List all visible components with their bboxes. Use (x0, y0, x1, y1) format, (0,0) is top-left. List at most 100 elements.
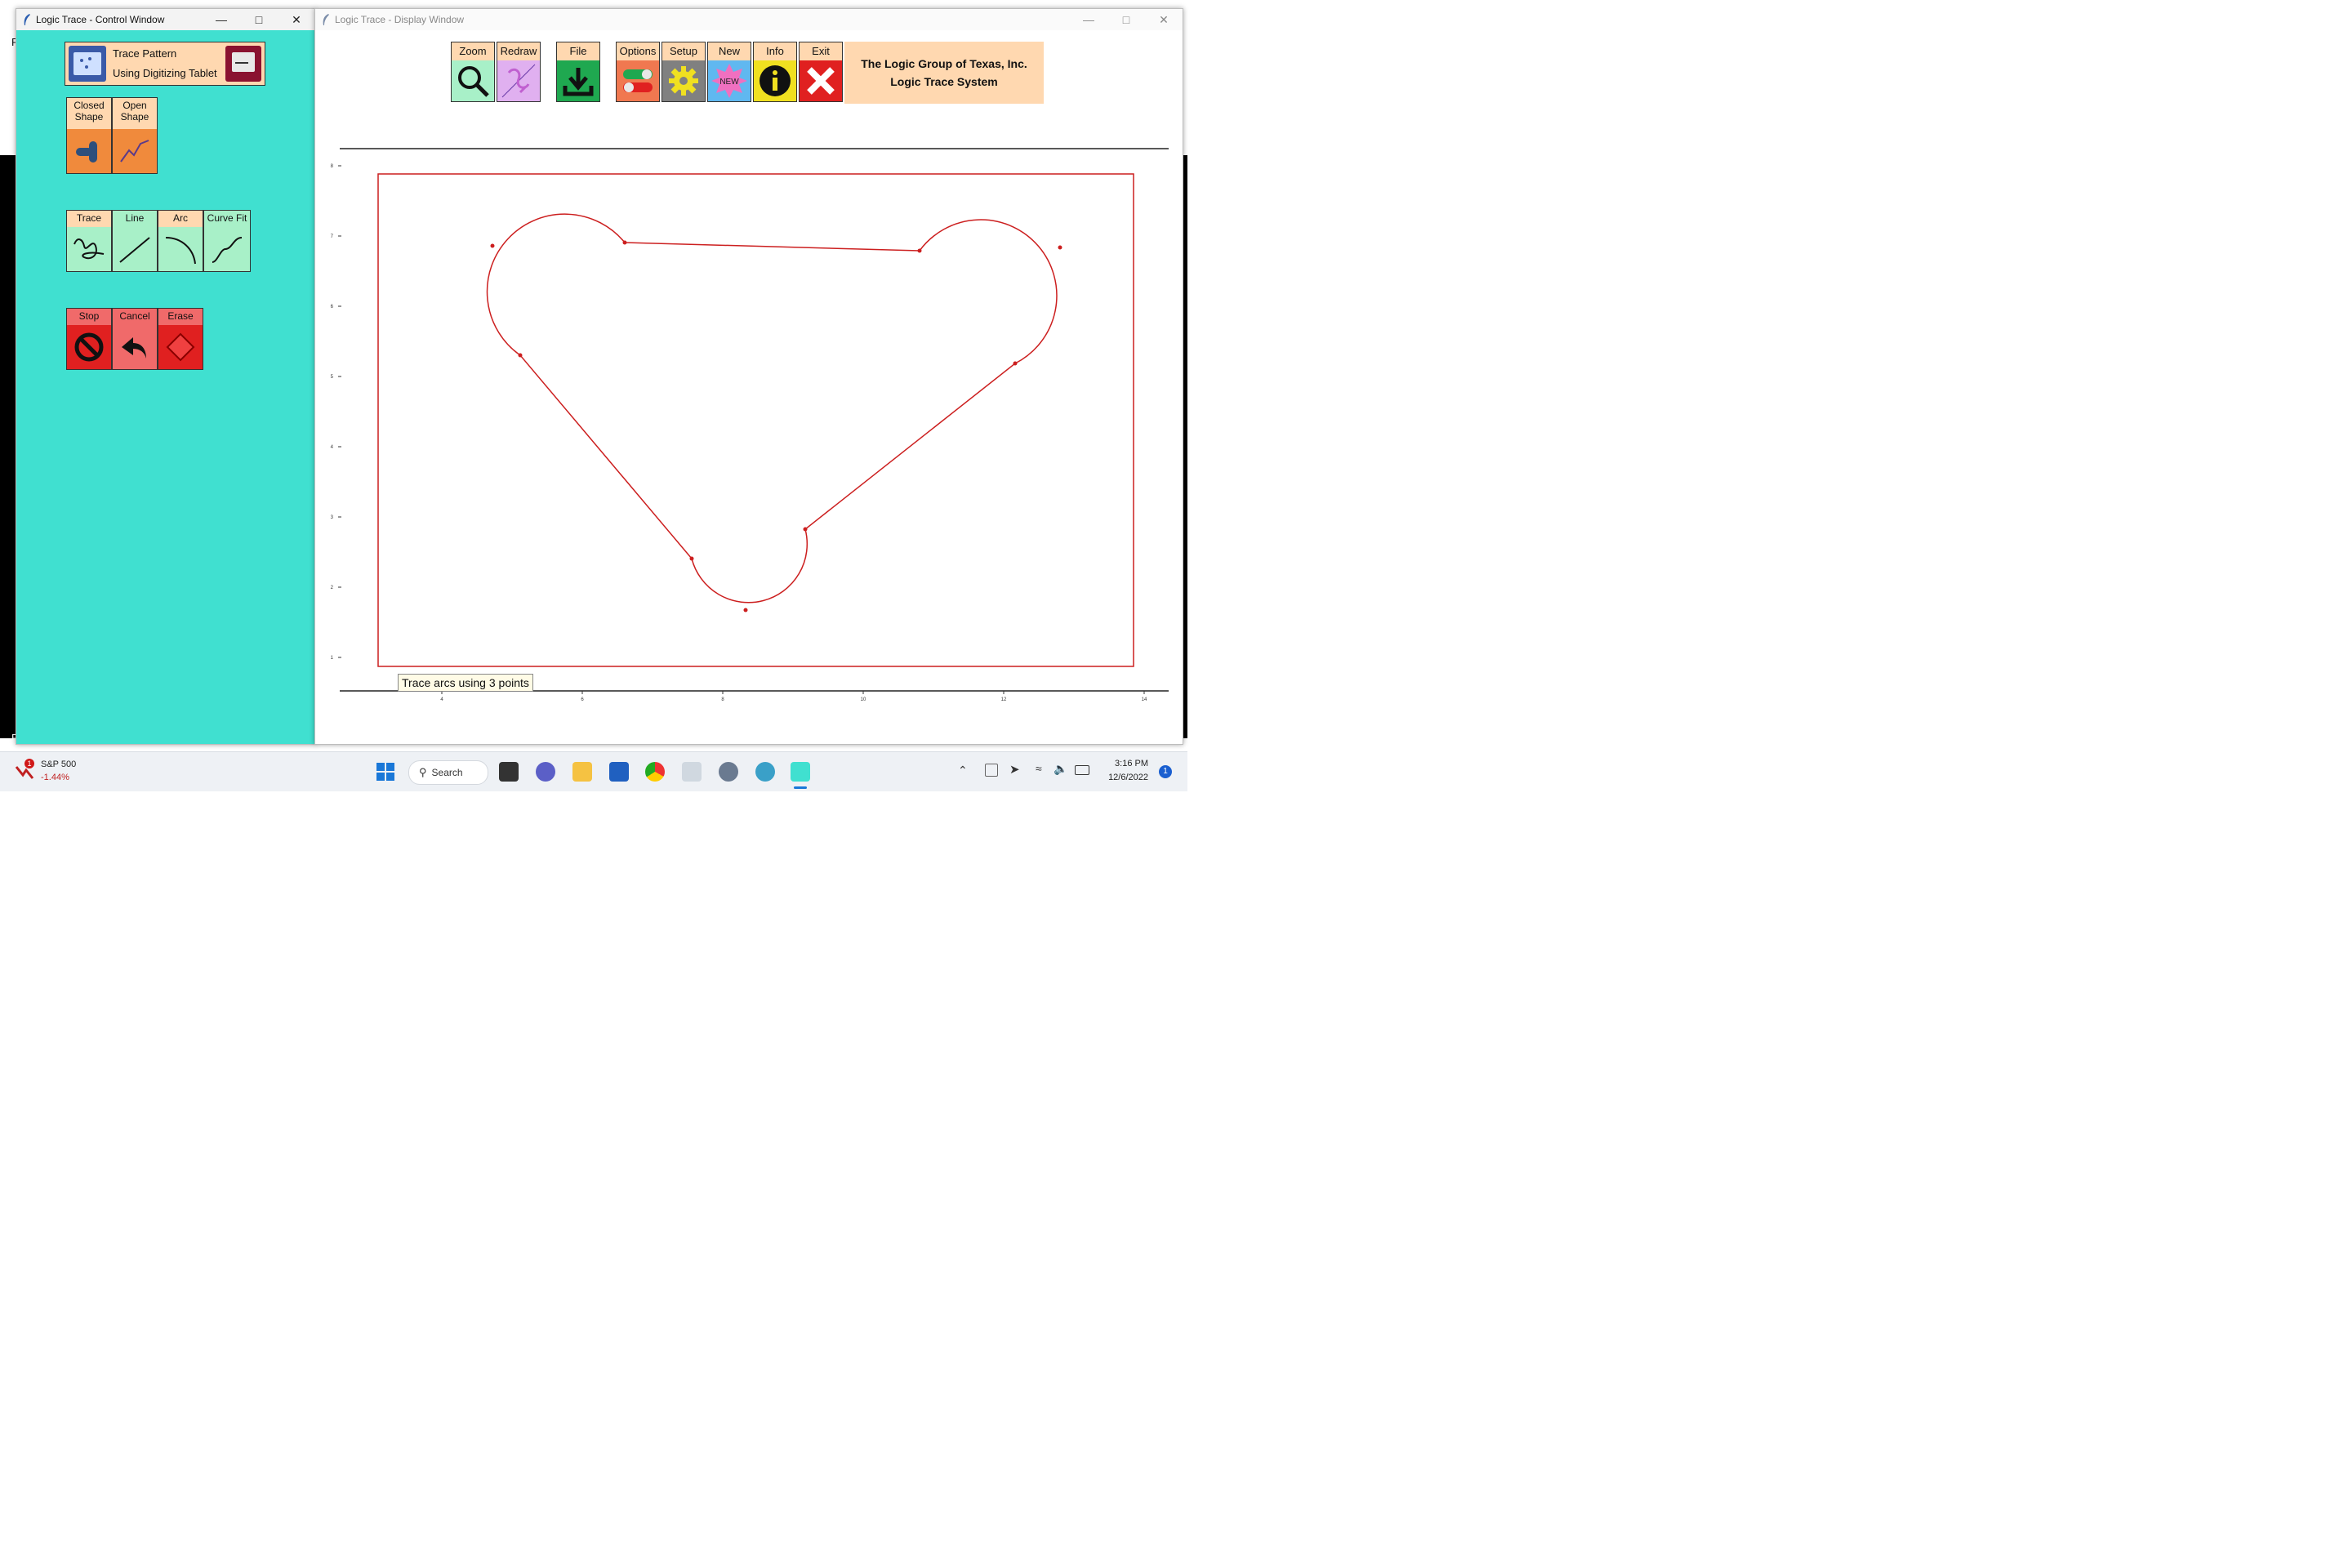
line-label: Line (125, 212, 145, 224)
stock-badge: 1 (24, 759, 34, 768)
closed-shape-label: Closed Shape (74, 100, 105, 122)
arc-icon (158, 227, 203, 271)
y-tick-label: 5 (331, 375, 334, 380)
windows-logo-icon (376, 763, 394, 781)
settings-icon[interactable] (719, 762, 738, 782)
line-icon (113, 227, 157, 271)
cancel-label: Cancel (119, 310, 150, 322)
task-view-icon[interactable] (499, 762, 519, 782)
logic-trace-icon[interactable] (791, 762, 810, 782)
location-icon[interactable]: ➤ (1009, 762, 1020, 777)
stock-change: -1.44% (41, 773, 69, 782)
app-icon[interactable] (609, 762, 629, 782)
volume-icon[interactable]: 🔈 (1054, 762, 1067, 776)
feather-icon (24, 14, 30, 25)
stop-icon (67, 325, 111, 369)
control-panel: Trace Pattern Using Digitizing Tablet Cl… (16, 30, 315, 744)
trace-point (490, 243, 495, 248)
search-label: Search (431, 767, 463, 778)
clock-date[interactable]: 12/6/2022 (1102, 773, 1148, 782)
trace-point (622, 240, 627, 245)
open-shape-button[interactable]: Open Shape (112, 97, 158, 174)
chrome-icon[interactable] (645, 762, 665, 782)
x-tick-label: 8 (721, 697, 724, 702)
line-button[interactable]: Line (112, 210, 158, 272)
tooltip: Trace arcs using 3 points (398, 674, 533, 692)
curve-fit-icon (204, 227, 250, 271)
taskbar: 1 S&P 500 -1.44% ⚲ Search ⌃ ➤ ≈ 🔈 3:16 P… (0, 751, 1187, 791)
notification-badge[interactable]: 1 (1159, 765, 1172, 778)
minimize-button[interactable]: — (203, 9, 240, 30)
y-tick-label: 4 (331, 445, 334, 450)
trace-icon (67, 227, 111, 271)
trace-point (1058, 245, 1062, 250)
stop-label: Stop (78, 310, 100, 322)
trace-label: Trace (76, 212, 102, 224)
stock-widget-icon[interactable]: 1 (15, 759, 36, 779)
arc-button[interactable]: Arc (158, 210, 203, 272)
clock-time[interactable]: 3:16 PM (1102, 759, 1148, 768)
y-tick-label: 3 (331, 515, 334, 520)
x-axis-ticks: 4 6 8 10 12 14 (440, 691, 1147, 702)
x-tick-label: 4 (440, 697, 443, 702)
closed-shape-button[interactable]: Closed Shape (66, 97, 112, 174)
boundary-rectangle (377, 173, 1134, 667)
cancel-icon (113, 325, 157, 369)
drawing-canvas[interactable]: 8 7 6 5 4 3 2 1 4 6 8 10 12 14 (315, 9, 1183, 744)
trace-pattern-label: Trace Pattern (113, 47, 177, 60)
cancel-button[interactable]: Cancel (112, 308, 158, 370)
chevron-up-icon[interactable]: ⌃ (958, 764, 968, 777)
arc-label: Arc (173, 212, 188, 224)
closed-shape-icon (67, 129, 111, 173)
erase-button[interactable]: Erase (158, 308, 203, 370)
stop-button[interactable]: Stop (66, 308, 112, 370)
window-title: Logic Trace - Control Window (36, 14, 165, 25)
close-button[interactable]: ✕ (278, 9, 315, 30)
x-tick-label: 12 (1001, 697, 1007, 702)
traced-shape-outline (486, 213, 1058, 604)
erase-icon (158, 325, 203, 369)
x-tick-label: 10 (861, 697, 866, 702)
stock-name[interactable]: S&P 500 (41, 760, 76, 769)
trace-point (689, 556, 694, 561)
control-window: Logic Trace - Control Window — □ ✕ Trace… (16, 8, 316, 745)
wifi-icon[interactable]: ≈ (1036, 762, 1042, 775)
tablet-icon (225, 46, 261, 82)
x-tick-label: 14 (1142, 697, 1147, 702)
start-button[interactable] (376, 763, 394, 781)
display-window: Logic Trace - Display Window — □ ✕ Zoom … (314, 8, 1183, 745)
trace-pattern-button[interactable]: Trace Pattern Using Digitizing Tablet (65, 42, 265, 86)
tray-app-icon[interactable] (985, 764, 998, 777)
y-tick-label: 7 (331, 234, 334, 239)
curve-fit-label: Curve Fit (207, 212, 247, 224)
trace-point (803, 527, 808, 532)
control-window-titlebar[interactable]: Logic Trace - Control Window — □ ✕ (16, 9, 315, 30)
trace-point (917, 248, 922, 253)
trace-button[interactable]: Trace (66, 210, 112, 272)
search-icon: ⚲ (419, 766, 427, 778)
y-tick-label: 2 (331, 586, 334, 590)
x-tick-label: 6 (581, 697, 584, 702)
maximize-button[interactable]: □ (240, 9, 278, 30)
file-explorer-icon[interactable] (572, 762, 592, 782)
notepad-icon[interactable] (682, 762, 702, 782)
trace-points (490, 240, 1062, 612)
trace-point (743, 608, 748, 612)
app-icon[interactable] (755, 762, 775, 782)
curve-fit-button[interactable]: Curve Fit (203, 210, 251, 272)
erase-label: Erase (167, 310, 194, 322)
y-tick-label: 6 (331, 305, 334, 310)
y-tick-label: 8 (331, 164, 334, 169)
active-app-indicator (794, 786, 807, 789)
trace-point (1013, 361, 1018, 366)
y-axis-ticks: 8 7 6 5 4 3 2 1 (331, 164, 341, 661)
open-shape-label: Open Shape (120, 100, 149, 122)
open-shape-icon (113, 129, 157, 173)
trace-point (518, 353, 523, 358)
digitizer-pad-icon (69, 46, 106, 82)
trace-pattern-sublabel: Using Digitizing Tablet (113, 67, 217, 79)
chat-icon[interactable] (536, 762, 555, 782)
y-tick-label: 1 (331, 656, 334, 661)
battery-icon[interactable] (1075, 765, 1089, 775)
taskbar-search[interactable]: ⚲ Search (408, 760, 488, 785)
